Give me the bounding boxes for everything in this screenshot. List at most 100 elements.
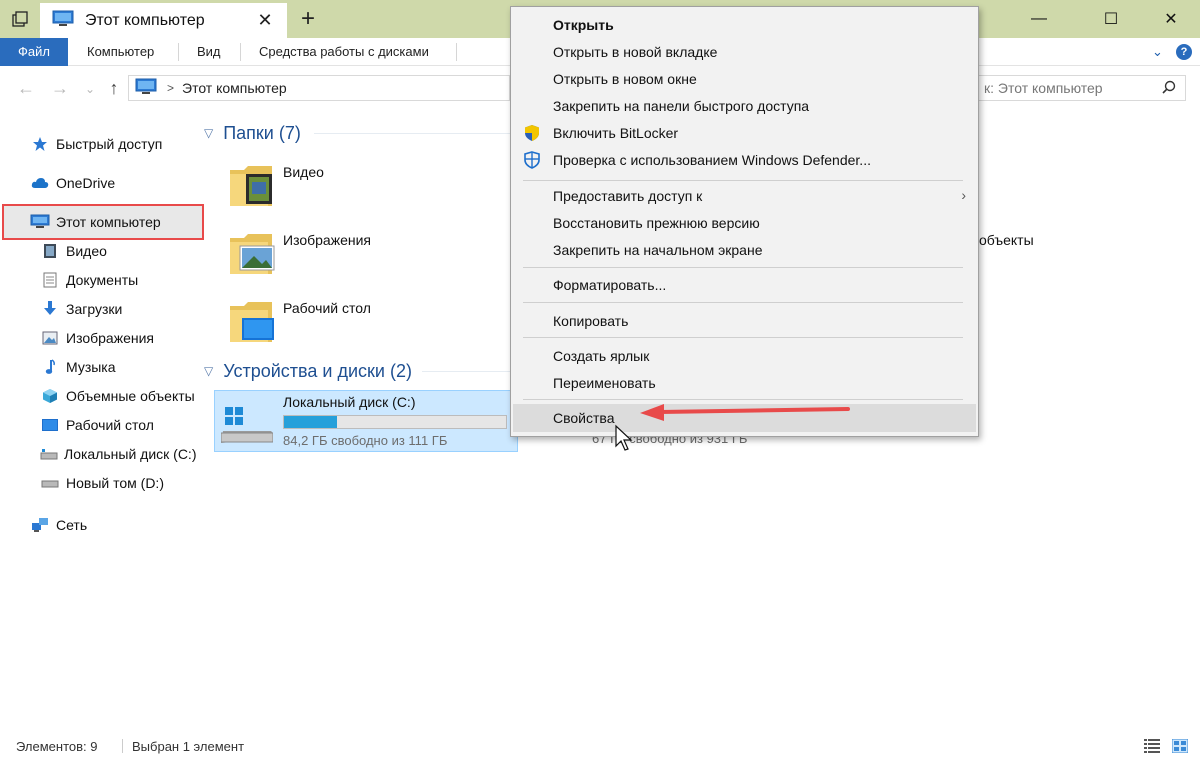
context-menu: Открыть Открыть в новой вкладке Открыть …: [510, 6, 979, 437]
defender-icon: [523, 151, 543, 169]
status-bar: Элементов: 9 Выбран 1 элемент: [0, 730, 1200, 762]
menu-item-open-new-window[interactable]: Открыть в новом окне: [513, 66, 976, 92]
folder-tile-desktop[interactable]: Рабочий стол: [196, 296, 516, 356]
chevron-down-icon[interactable]: ▽: [204, 126, 213, 140]
help-icon[interactable]: ?: [1176, 44, 1192, 60]
tab-file[interactable]: Файл: [0, 38, 68, 66]
sidebar-item-label: Документы: [66, 272, 139, 288]
menu-item-format[interactable]: Форматировать...: [513, 272, 976, 298]
sidebar-item-network[interactable]: Сеть: [30, 512, 87, 538]
menu-item-properties[interactable]: Свойства: [513, 404, 976, 432]
address-field[interactable]: > Этот компьютер: [128, 75, 510, 101]
sidebar-item-local-disk-c[interactable]: Локальный диск (С:): [40, 441, 196, 467]
chevron-down-icon[interactable]: ▽: [204, 364, 213, 378]
expand-ribbon-icon[interactable]: ⌄: [1152, 38, 1163, 66]
sidebar-item-documents[interactable]: Документы: [40, 267, 196, 293]
menu-separator: [523, 267, 963, 268]
selection-count: Выбран 1 элемент: [132, 739, 245, 754]
tab-disk-tools[interactable]: Средства работы с дисками: [240, 38, 448, 66]
close-window-button[interactable]: ✕: [1148, 0, 1194, 38]
navigation-pane: Быстрый доступ OneDrive Этот компьютер В…: [0, 110, 204, 730]
menu-item-give-access[interactable]: Предоставить доступ к ›: [513, 183, 976, 209]
sidebar-item-label: Музыка: [66, 359, 116, 375]
drive-icon: [40, 474, 60, 492]
tiles-view-icon[interactable]: [1171, 738, 1189, 756]
menu-item-create-shortcut[interactable]: Создать ярлык: [513, 343, 976, 369]
sidebar-item-label: Изображения: [66, 330, 154, 346]
menu-item-pin-quick-access[interactable]: Закрепить на панели быстрого доступа: [513, 93, 976, 119]
group-divider: [422, 371, 510, 372]
forward-button[interactable]: →: [50, 78, 70, 99]
minimize-button[interactable]: —: [1016, 0, 1062, 38]
menu-item-rename[interactable]: Переименовать: [513, 370, 976, 396]
video-folder-icon: [40, 242, 60, 260]
sidebar-item-pictures[interactable]: Изображения: [40, 325, 196, 351]
window-tab[interactable]: Этот компьютер ✕: [40, 3, 287, 38]
sidebar-item-videos[interactable]: Видео: [40, 238, 196, 264]
video-folder-icon: [228, 160, 278, 213]
star-icon: [30, 135, 50, 153]
folder-tile-videos[interactable]: Видео: [196, 160, 516, 220]
search-input[interactable]: к: Этот компьютер: [978, 75, 1186, 101]
drive-free-space: 84,2 ГБ свободно из 111 ГБ: [283, 433, 448, 448]
menu-item-bitlocker[interactable]: Включить BitLocker: [513, 120, 976, 146]
new-tab-button[interactable]: +: [296, 6, 320, 32]
folder-name: Изображения: [283, 232, 371, 248]
group-header-folders[interactable]: ▽ Папки (7): [204, 121, 301, 145]
folder-tile-pictures[interactable]: Изображения: [196, 228, 516, 288]
sidebar-item-this-pc[interactable]: Этот компьютер: [30, 209, 161, 235]
sidebar-item-label: Сеть: [56, 517, 88, 533]
sidebar-item-desktop[interactable]: Рабочий стол: [40, 412, 196, 438]
this-pc-icon: [135, 78, 157, 99]
close-tab-button[interactable]: ✕: [255, 10, 275, 31]
sidebar-item-3d-objects[interactable]: Объемные объекты: [40, 383, 196, 409]
window-system-icon[interactable]: [0, 0, 40, 38]
pictures-folder-icon: [228, 228, 278, 281]
search-icon[interactable]: [1162, 80, 1176, 97]
details-view-icon[interactable]: [1144, 739, 1160, 756]
drive-icon: [40, 445, 58, 463]
sidebar-item-label: Новый том (D:): [66, 475, 164, 491]
tab-computer[interactable]: Компьютер: [68, 38, 173, 66]
chevron-right-icon: ›: [961, 187, 966, 203]
menu-item-open[interactable]: Открыть: [513, 12, 976, 38]
folder-name-partial[interactable]: объекты: [979, 232, 1034, 248]
menu-item-pin-start[interactable]: Закрепить на начальном экране: [513, 237, 976, 263]
windows-drive-icon: [220, 403, 277, 446]
back-button[interactable]: ←: [16, 78, 36, 99]
up-button[interactable]: ↑: [104, 78, 124, 99]
desktop-folder-icon: [228, 296, 278, 349]
cube-icon: [40, 387, 60, 405]
sidebar-item-label: Объемные объекты: [66, 388, 195, 404]
menu-item-copy[interactable]: Копировать: [513, 308, 976, 334]
menu-item-open-new-tab[interactable]: Открыть в новой вкладке: [513, 39, 976, 65]
document-icon: [40, 271, 60, 289]
tab-view[interactable]: Вид: [178, 38, 240, 66]
sidebar-item-label: OneDrive: [56, 175, 116, 191]
item-count: Элементов: 9: [16, 739, 98, 754]
cloud-icon: [30, 174, 50, 192]
menu-item-defender[interactable]: Проверка с использованием Windows Defend…: [513, 147, 976, 173]
sidebar-item-downloads[interactable]: Загрузки: [40, 296, 196, 322]
group-header-devices[interactable]: ▽ Устройства и диски (2): [204, 359, 412, 383]
chevron-right-icon[interactable]: >: [167, 81, 174, 95]
sidebar-item-label: Загрузки: [66, 301, 123, 317]
desktop-icon: [40, 416, 60, 434]
download-arrow-icon: [40, 300, 60, 318]
drive-usage-fill: [284, 416, 338, 428]
recent-locations-button[interactable]: ⌄: [80, 82, 100, 96]
menu-item-restore-previous[interactable]: Восстановить прежнюю версию: [513, 210, 976, 236]
maximize-button[interactable]: ☐: [1088, 0, 1134, 38]
breadcrumb[interactable]: Этот компьютер: [182, 80, 287, 96]
sidebar-item-quick-access[interactable]: Быстрый доступ: [30, 131, 162, 157]
sidebar-item-volume-d[interactable]: Новый том (D:): [40, 470, 196, 496]
tab-title: Этот компьютер: [85, 11, 205, 29]
pictures-icon: [40, 329, 60, 347]
sidebar-item-label: Рабочий стол: [66, 417, 154, 433]
group-title: Папки (7): [223, 122, 301, 143]
status-divider: [122, 739, 123, 753]
drive-tile-c[interactable]: Локальный диск (C:) 84,2 ГБ свободно из …: [214, 390, 518, 452]
sidebar-item-music[interactable]: Музыка: [40, 354, 196, 380]
sidebar-item-onedrive[interactable]: OneDrive: [30, 170, 115, 196]
menu-separator: [523, 302, 963, 303]
